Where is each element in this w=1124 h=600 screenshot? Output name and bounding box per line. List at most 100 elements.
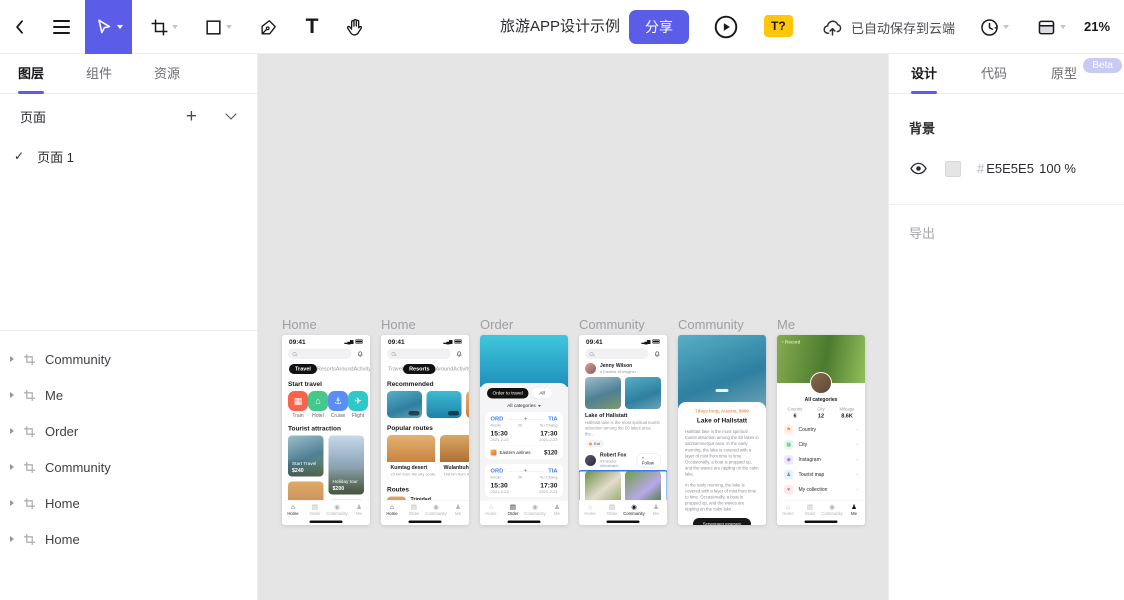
present-play-button[interactable]: [705, 0, 747, 54]
expander-icon[interactable]: [10, 536, 14, 542]
artboard-home-2[interactable]: 09:41 ▂▄▆ Travel Resorts Around Activity…: [381, 335, 469, 525]
artboard-order[interactable]: Order to travel All All categories ORD ✈…: [480, 335, 568, 525]
frame-tool-button[interactable]: [142, 0, 186, 54]
tab-activity: Activity: [354, 366, 370, 372]
layer-row-community-2[interactable]: Community: [0, 449, 257, 485]
tab-layers[interactable]: 图层: [18, 54, 44, 94]
panel-layout-button[interactable]: [1028, 0, 1074, 54]
post-photo: [625, 471, 661, 503]
home-indicator: [310, 521, 343, 524]
artboard-me[interactable]: ‹ Record All categories Country6 City12 …: [777, 335, 865, 525]
dropdown-caret-icon: [1060, 25, 1066, 29]
translate-help-badge[interactable]: T?: [764, 15, 793, 37]
background-color-row: # E5E5E5 100 %: [889, 137, 1124, 178]
frame-label[interactable]: Me: [777, 317, 865, 335]
frame-icon: [23, 353, 36, 366]
post-photo: [585, 377, 621, 409]
layer-row-home-2[interactable]: Home: [0, 521, 257, 557]
text-tool-button[interactable]: T: [292, 0, 332, 54]
version-history-button[interactable]: [972, 0, 1016, 54]
shape-tool-button[interactable]: [196, 0, 240, 54]
tab-resources[interactable]: 资源: [154, 54, 180, 94]
search-icon: [392, 352, 396, 356]
layer-row-community[interactable]: Community: [0, 341, 257, 377]
move-tool-button[interactable]: [85, 0, 132, 54]
layer-row-me[interactable]: Me: [0, 377, 257, 413]
dropdown-caret-icon: [1003, 25, 1009, 29]
flight-card: ORD ✈ TIA Knokl 2h Xu Chang 15:30 17:30: [485, 464, 563, 498]
header-photo: [678, 335, 766, 409]
expander-icon[interactable]: [10, 500, 14, 506]
community-icon: ◉: [821, 504, 843, 511]
frame-label[interactable]: Community: [579, 317, 667, 335]
eye-visibility-toggle[interactable]: [909, 159, 928, 178]
order-icon: ▤: [601, 504, 623, 511]
category-tabs: Travel Resorts Around Activity: [381, 359, 469, 374]
recommended-carousel: [381, 391, 469, 418]
expander-icon[interactable]: [10, 464, 14, 470]
artboard-home-1[interactable]: 09:41 ▂▄▆ Travel Resorts Around Activity…: [282, 335, 370, 525]
route-card: Kumtag desert 23 km from the city center: [387, 435, 435, 480]
expander-icon[interactable]: [10, 428, 14, 434]
tab-resorts: Resorts: [317, 366, 336, 372]
background-opacity-value[interactable]: 100 %: [1039, 161, 1076, 176]
bottom-nav: ⌂Home ▤Order ◉Community ♟Me: [777, 500, 865, 525]
share-button[interactable]: 分享: [629, 10, 689, 44]
frame-order: Order Order to travel All All categories…: [480, 317, 568, 525]
city-icon: ▦: [784, 440, 794, 450]
main-menu-button[interactable]: [40, 0, 82, 54]
order-icon: ▤: [502, 504, 524, 511]
pages-title: 页面: [20, 107, 46, 126]
pen-tool-button[interactable]: [248, 0, 288, 54]
background-color-swatch[interactable]: [945, 161, 961, 177]
community-icon: ◉: [524, 504, 546, 511]
hand-tool-button[interactable]: [334, 0, 376, 54]
expander-icon[interactable]: [10, 392, 14, 398]
text-tool-icon: T: [306, 15, 319, 39]
layer-row-order[interactable]: Order: [0, 413, 257, 449]
header-photo: [480, 335, 568, 387]
chevron-right-icon: ›: [856, 472, 858, 478]
home-indicator: [706, 521, 739, 524]
page-item-1[interactable]: ✓ 页面 1: [0, 138, 257, 174]
tab-code[interactable]: 代码: [981, 54, 1007, 94]
cloud-upload-icon: [822, 17, 843, 38]
zoom-level-control[interactable]: 21%: [1084, 0, 1110, 54]
page-item-label: 页面 1: [37, 147, 74, 166]
discount-badge: [448, 411, 459, 416]
frame-label[interactable]: Home: [381, 317, 469, 335]
background-hex-value[interactable]: E5E5E5: [986, 161, 1034, 176]
export-section-title[interactable]: 导出: [889, 205, 1124, 260]
background-section-title: 背景: [889, 94, 1124, 137]
tab-components[interactable]: 组件: [86, 54, 112, 94]
community-icon: ◉: [623, 504, 645, 511]
expander-icon[interactable]: [10, 356, 14, 362]
layers-list: Community Me Order Community Home Home: [0, 330, 257, 567]
home-icon: ⌂: [381, 504, 403, 511]
add-page-button[interactable]: +: [186, 107, 197, 126]
artboard-community-2[interactable]: 7days long, Austria, $999 Lake of Hallst…: [678, 335, 766, 525]
document-title[interactable]: 旅游APP设计示例: [500, 0, 631, 54]
tab-design[interactable]: 设计: [911, 54, 937, 94]
order-icon: ▤: [403, 504, 425, 511]
flight-card: ORD ✈ TIA Knokl 2h Xu Chang 15:30 17:30: [485, 412, 563, 460]
autosave-status-text: 已自动保存到云端: [851, 18, 955, 37]
airline-logo: [491, 450, 497, 456]
layer-row-home[interactable]: Home: [0, 485, 257, 521]
frame-label[interactable]: Home: [282, 317, 370, 335]
train-icon: ▦: [288, 391, 308, 411]
bell-icon: [357, 350, 365, 358]
collapse-pages-icon[interactable]: [225, 108, 236, 119]
status-bar: 09:41 ▂▄▆: [381, 335, 469, 346]
frame-me: Me ‹ Record All categories Country6 City…: [777, 317, 865, 525]
tab-prototype[interactable]: 原型: [1051, 54, 1077, 94]
post-photos-selected: [579, 471, 667, 503]
back-button[interactable]: [0, 0, 40, 54]
bottom-nav: ⌂Home ▤Order ◉Community ♟Me: [282, 500, 370, 525]
frame-label[interactable]: Order: [480, 317, 568, 335]
artboard-community-1[interactable]: 09:41 ▂▄▆ Jenny Wilson #Traveler #Design…: [579, 335, 667, 525]
check-icon: ✓: [14, 149, 24, 163]
frame-label[interactable]: Community: [678, 317, 766, 335]
home-indicator: [409, 521, 442, 524]
design-canvas[interactable]: Home 09:41 ▂▄▆ Travel Resorts Around Act…: [258, 54, 888, 600]
